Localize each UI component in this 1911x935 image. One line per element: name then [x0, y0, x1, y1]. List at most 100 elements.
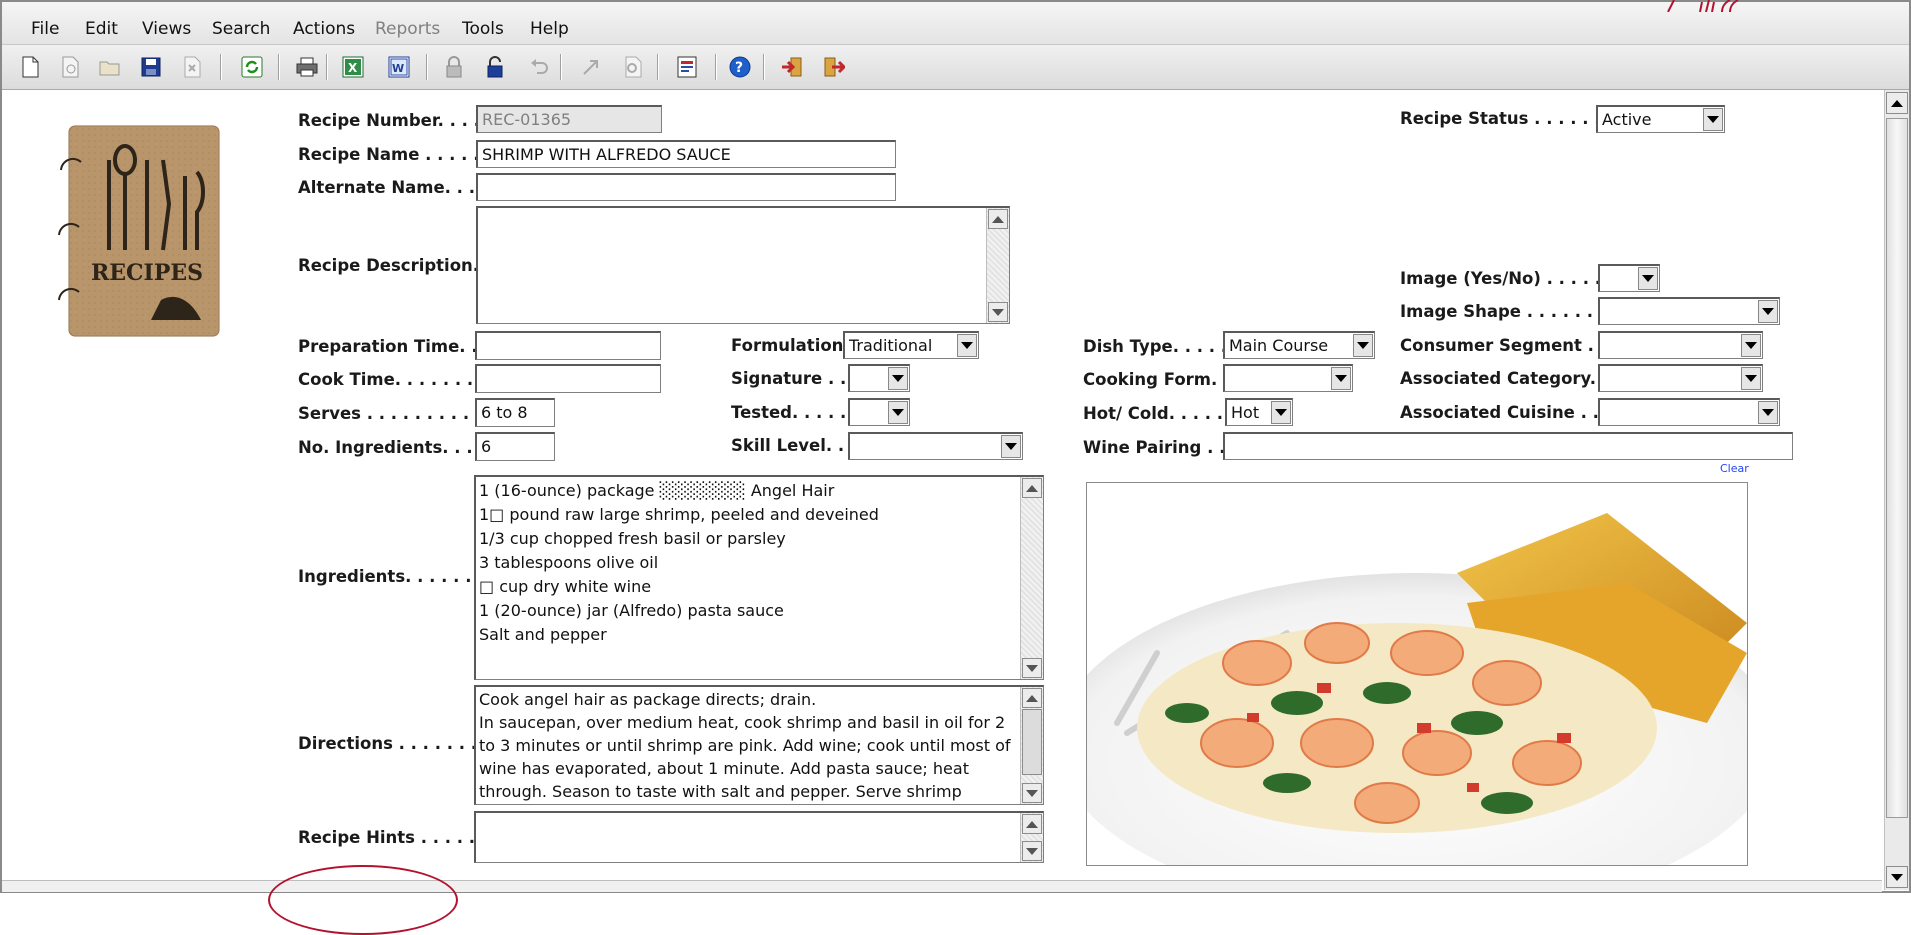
hints-scrollbar[interactable]	[1020, 813, 1043, 862]
recipe-form: RECIPES Recipe Number. . . . . REC-01365…	[3, 90, 1885, 890]
tested-select[interactable]	[848, 398, 910, 426]
excel-export-icon[interactable]: X	[341, 55, 365, 79]
chevron-down-icon[interactable]	[1638, 267, 1658, 290]
open-folder-icon[interactable]	[98, 55, 122, 79]
chevron-down-icon[interactable]	[1741, 334, 1761, 357]
chevron-down-icon[interactable]	[1758, 401, 1778, 424]
preparation-time-field[interactable]	[475, 331, 661, 360]
delete-icon[interactable]	[180, 55, 204, 79]
chevron-down-icon[interactable]	[957, 334, 977, 357]
refresh-icon[interactable]	[240, 55, 264, 79]
formulation-value: Traditional	[849, 336, 933, 355]
scroll-up-icon[interactable]	[1022, 478, 1042, 498]
scroll-thumb[interactable]	[1886, 118, 1908, 818]
description-scrollbar[interactable]	[986, 208, 1009, 323]
scroll-down-icon[interactable]	[1886, 866, 1908, 888]
report-icon[interactable]	[675, 55, 699, 79]
scroll-down-icon[interactable]	[988, 302, 1008, 322]
associated-cuisine-select[interactable]	[1598, 398, 1780, 426]
cooking-form-select[interactable]	[1223, 364, 1353, 392]
image-yes-no-select[interactable]	[1598, 264, 1660, 292]
associated-category-select[interactable]	[1598, 364, 1763, 392]
hot-cold-select[interactable]: Hot	[1225, 398, 1293, 426]
scroll-up-icon[interactable]	[1022, 688, 1042, 708]
alternate-name-field[interactable]	[476, 173, 896, 201]
exit-icon[interactable]	[822, 55, 846, 79]
chevron-down-icon[interactable]	[1741, 367, 1761, 390]
scroll-up-icon[interactable]	[1022, 814, 1042, 834]
help-icon[interactable]: ?	[728, 55, 752, 79]
chevron-down-icon[interactable]	[888, 367, 908, 390]
formulation-select[interactable]: Traditional	[843, 331, 979, 359]
import-icon[interactable]	[780, 55, 804, 79]
print-preview-icon[interactable]	[58, 55, 82, 79]
word-export-icon[interactable]: W	[387, 55, 411, 79]
undo-icon[interactable]	[527, 55, 551, 79]
serves-field[interactable]: 6 to 8	[475, 398, 555, 427]
scroll-down-icon[interactable]	[1022, 658, 1042, 678]
recipe-description-field[interactable]	[476, 206, 1010, 324]
recipe-hints-field[interactable]	[474, 811, 1044, 863]
unlock-icon[interactable]	[483, 55, 507, 79]
directions-scrollbar[interactable]	[1020, 687, 1043, 804]
consumer-segment-select[interactable]	[1598, 331, 1763, 359]
signature-label: Signature . . .	[731, 369, 859, 388]
ingredient-line: 1 (20-ounce) jar (Alfredo) pasta sauce	[479, 601, 784, 620]
hot-cold-value: Hot	[1231, 403, 1260, 422]
recipe-status-value: Active	[1602, 110, 1652, 129]
main-scrollbar[interactable]	[1884, 90, 1909, 890]
recipe-status-label: Recipe Status . . . . . . . .	[1400, 109, 1625, 128]
menu-views[interactable]: Views	[142, 19, 191, 39]
recipe-number-field[interactable]: REC-01365	[476, 105, 662, 133]
scroll-thumb[interactable]	[1022, 709, 1042, 775]
ingredients-scrollbar[interactable]	[1020, 477, 1043, 679]
no-ingredients-field[interactable]: 6	[475, 432, 555, 461]
chevron-down-icon[interactable]	[1758, 300, 1778, 323]
recipe-name-label: Recipe Name . . . . . . .	[298, 145, 504, 164]
clear-image-link[interactable]: Clear	[1720, 462, 1749, 475]
directions-field[interactable]: Cook angel hair as package directs; drai…	[474, 685, 1044, 805]
chevron-down-icon[interactable]	[1353, 334, 1373, 357]
recipes-book-logo: RECIPES	[51, 120, 223, 340]
associated-category-label: Associated Category. .	[1400, 369, 1609, 388]
dish-type-select[interactable]: Main Course	[1223, 331, 1375, 359]
scroll-down-icon[interactable]	[1022, 841, 1042, 861]
send-icon[interactable]	[579, 55, 603, 79]
directions-line: Cook angel hair as package directs; drai…	[479, 690, 817, 709]
chevron-down-icon[interactable]	[888, 401, 908, 424]
skill-level-select[interactable]	[848, 432, 1023, 460]
menu-file[interactable]: File	[31, 19, 59, 39]
menu-tools[interactable]: Tools	[462, 19, 504, 39]
ingredient-line: 1 (16-ounce) package ░░░░░░░ Angel Hair	[479, 481, 835, 500]
no-ingredients-label: No. Ingredients. . . . .	[298, 438, 497, 457]
recipe-status-select[interactable]: Active	[1596, 105, 1725, 133]
signature-select[interactable]	[848, 364, 910, 392]
chevron-down-icon[interactable]	[1331, 367, 1351, 390]
recipe-name-field[interactable]: SHRIMP WITH ALFREDO SAUCE	[476, 140, 896, 168]
menu-reports[interactable]: Reports	[375, 19, 440, 39]
svg-text:X: X	[348, 61, 358, 75]
chevron-down-icon[interactable]	[1271, 401, 1291, 424]
menu-actions[interactable]: Actions	[293, 19, 355, 39]
ingredient-line: 1/3 cup chopped fresh basil or parsley	[479, 529, 786, 548]
new-document-icon[interactable]	[18, 55, 42, 79]
lock-icon[interactable]	[442, 55, 466, 79]
menu-help[interactable]: Help	[530, 19, 569, 39]
save-disk-icon[interactable]	[139, 55, 163, 79]
chevron-down-icon[interactable]	[1001, 435, 1021, 458]
menu-edit[interactable]: Edit	[85, 19, 118, 39]
directions-label: Directions . . . . . . . . .	[298, 734, 502, 753]
wine-pairing-field[interactable]	[1223, 432, 1793, 460]
find-icon[interactable]	[622, 55, 646, 79]
image-shape-select[interactable]	[1598, 297, 1780, 325]
chevron-down-icon[interactable]	[1703, 108, 1723, 131]
hot-cold-label: Hot/ Cold. . . . . . .	[1083, 404, 1248, 423]
scroll-down-icon[interactable]	[1022, 783, 1042, 803]
ingredients-field[interactable]: 1 (16-ounce) package ░░░░░░░ Angel Hair …	[474, 475, 1044, 680]
scroll-up-icon[interactable]	[988, 209, 1008, 229]
cook-time-field[interactable]	[475, 364, 661, 393]
menu-search[interactable]: Search	[212, 19, 270, 39]
print-icon[interactable]	[295, 55, 319, 79]
svg-text:W: W	[392, 62, 404, 75]
scroll-up-icon[interactable]	[1886, 92, 1908, 114]
